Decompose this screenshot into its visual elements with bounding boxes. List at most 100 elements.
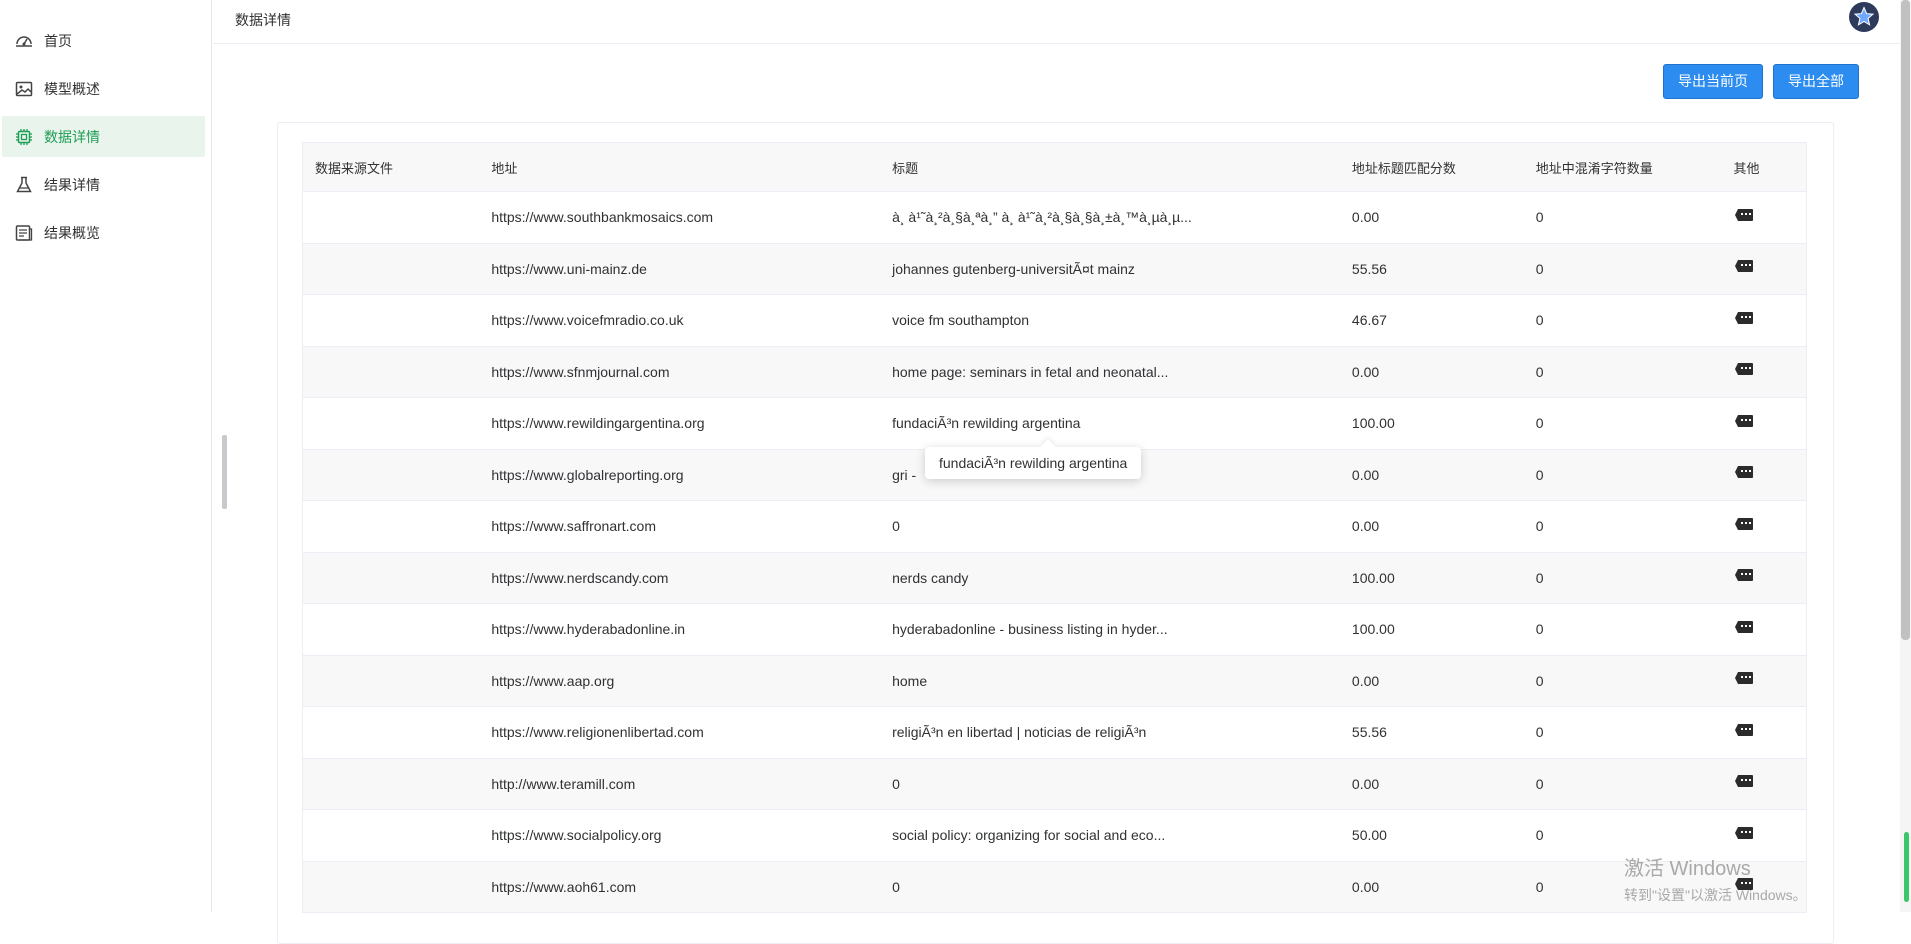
url-cell: https://www.voicefmradio.co.uk: [479, 294, 881, 347]
message-icon[interactable]: [1734, 826, 1754, 842]
table-header-row: 数据来源文件 地址 标题 地址标题匹配分数 地址中混淆字符数量 其他: [302, 142, 1807, 192]
title-cell: fundaciÃ³n rewilding argentina: [880, 397, 1340, 450]
confusable-count-cell: 0: [1523, 243, 1722, 295]
action-cell: [1721, 655, 1807, 707]
table-row: https://www.saffronart.com 0 0.00 0: [302, 500, 1807, 553]
source-cell: [302, 397, 480, 450]
title-cell: home page: seminars in fetal and neonata…: [880, 346, 1340, 398]
url-cell: https://www.aoh61.com: [479, 861, 881, 913]
watermark-line-2: 转到"设置"以激活 Windows。: [1624, 887, 1807, 903]
title-cell: 0: [880, 500, 1340, 553]
action-cell: [1721, 758, 1807, 810]
title-cell: religiÃ³n en libertad | noticias de reli…: [880, 706, 1340, 759]
confusable-count-cell: 0: [1523, 294, 1722, 347]
source-cell: [302, 346, 480, 398]
source-cell: [302, 243, 480, 295]
flask-icon: [14, 175, 34, 195]
source-cell: [302, 449, 480, 501]
confusable-count-cell: 0: [1523, 191, 1722, 244]
confusable-count-cell: 0: [1523, 500, 1722, 553]
url-cell: https://www.hyderabadonline.in: [479, 603, 881, 656]
windows-activation-watermark: 激活 Windows 转到"设置"以激活 Windows。: [1624, 852, 1807, 905]
confusable-count-cell: 0: [1523, 758, 1722, 810]
url-cell: https://www.southbankmosaics.com: [479, 191, 881, 244]
score-cell: 0.00: [1339, 191, 1524, 244]
action-cell: [1721, 603, 1807, 656]
url-cell: https://www.rewildingargentina.org: [479, 397, 881, 450]
url-cell: https://www.nerdscandy.com: [479, 552, 881, 604]
image-icon: [14, 79, 34, 99]
message-icon[interactable]: [1734, 620, 1754, 636]
confusable-count-cell: 0: [1523, 449, 1722, 501]
sidebar-item-result-overview[interactable]: 结果概览: [2, 212, 205, 253]
table-row: https://www.aoh61.com 0 0.00 0: [302, 861, 1807, 913]
source-cell: [302, 603, 480, 656]
title-cell: social policy: organizing for social and…: [880, 809, 1340, 862]
action-cell: [1721, 191, 1807, 244]
message-icon[interactable]: [1734, 259, 1754, 275]
table-row: https://www.nerdscandy.com nerds candy 100…: [302, 552, 1807, 604]
table-row: https://www.voicefmradio.co.uk voice fm s…: [302, 294, 1807, 347]
confusable-count-cell: 0: [1523, 552, 1722, 604]
score-cell: 0.00: [1339, 346, 1524, 398]
title-tooltip: fundaciÃ³n rewilding argentina: [925, 447, 1142, 479]
table-row: https://www.socialpolicy.org social polic…: [302, 809, 1807, 862]
table-row: https://www.sfnmjournal.com home page: se…: [302, 346, 1807, 398]
title-cell: nerds candy: [880, 552, 1340, 604]
document-icon: [14, 223, 34, 243]
vertical-scrollbar[interactable]: [1900, 0, 1911, 912]
title-cell: home: [880, 655, 1340, 707]
url-cell: https://www.saffronart.com: [479, 500, 881, 553]
table-row: http://www.teramill.com 0 0.00 0: [302, 758, 1807, 810]
export-current-page-button[interactable]: 导出当前页: [1663, 64, 1763, 99]
score-cell: 0.00: [1339, 500, 1524, 553]
title-cell: 0: [880, 758, 1340, 810]
message-icon[interactable]: [1734, 465, 1754, 481]
score-cell: 55.56: [1339, 706, 1524, 759]
sidebar-item-label: 模型概述: [44, 80, 100, 97]
confusable-count-cell: 0: [1523, 706, 1722, 759]
column-header-source-file: 数据来源文件: [302, 142, 480, 192]
source-cell: [302, 191, 480, 244]
message-icon[interactable]: [1734, 517, 1754, 533]
message-icon[interactable]: [1734, 208, 1754, 224]
message-icon[interactable]: [1734, 774, 1754, 790]
watermark-line-1: 激活 Windows: [1624, 858, 1751, 880]
dashboard-icon: [14, 31, 34, 51]
url-cell: https://www.socialpolicy.org: [479, 809, 881, 862]
table-row: https://www.uni-mainz.de johannes gutenbe…: [302, 243, 1807, 295]
export-all-button[interactable]: 导出全部: [1773, 64, 1859, 99]
sidebar-resize-handle[interactable]: [222, 435, 227, 509]
source-cell: [302, 758, 480, 810]
star-avatar-icon[interactable]: [1849, 2, 1879, 32]
scrollbar-thumb[interactable]: [1901, 0, 1910, 640]
sidebar-item-data-details[interactable]: 数据详情: [2, 116, 205, 157]
url-cell: https://www.aap.org: [479, 655, 881, 707]
sidebar-item-result-details[interactable]: 结果详情: [2, 164, 205, 205]
column-header-match-score: 地址标题匹配分数: [1339, 142, 1524, 192]
message-icon[interactable]: [1734, 568, 1754, 584]
message-icon[interactable]: [1734, 671, 1754, 687]
title-cell: 0: [880, 861, 1340, 913]
action-cell: [1721, 243, 1807, 295]
confusable-count-cell: 0: [1523, 655, 1722, 707]
message-icon[interactable]: [1734, 311, 1754, 327]
source-cell: [302, 294, 480, 347]
data-table: 数据来源文件 地址 标题 地址标题匹配分数 地址中混淆字符数量 其他 https…: [302, 142, 1807, 913]
sidebar-nav: 首页 模型概述 数据详情 结果详情 结果概览: [0, 0, 211, 253]
score-cell: 100.00: [1339, 397, 1524, 450]
message-icon[interactable]: [1734, 414, 1754, 430]
scroll-indicator: [1904, 832, 1909, 902]
sidebar: 首页 模型概述 数据详情 结果详情 结果概览: [0, 0, 212, 912]
url-cell: https://www.uni-mainz.de: [479, 243, 881, 295]
table-row: https://www.hyderabadonline.in hyderabado…: [302, 603, 1807, 656]
message-icon[interactable]: [1734, 723, 1754, 739]
sidebar-item-model-overview[interactable]: 模型概述: [2, 68, 205, 109]
column-header-title: 标题: [880, 142, 1340, 192]
sidebar-item-label: 结果详情: [44, 176, 100, 193]
confusable-count-cell: 0: [1523, 397, 1722, 450]
sidebar-item-home[interactable]: 首页: [2, 20, 205, 61]
message-icon[interactable]: [1734, 362, 1754, 378]
score-cell: 50.00: [1339, 809, 1524, 862]
sidebar-item-label: 结果概览: [44, 224, 100, 241]
